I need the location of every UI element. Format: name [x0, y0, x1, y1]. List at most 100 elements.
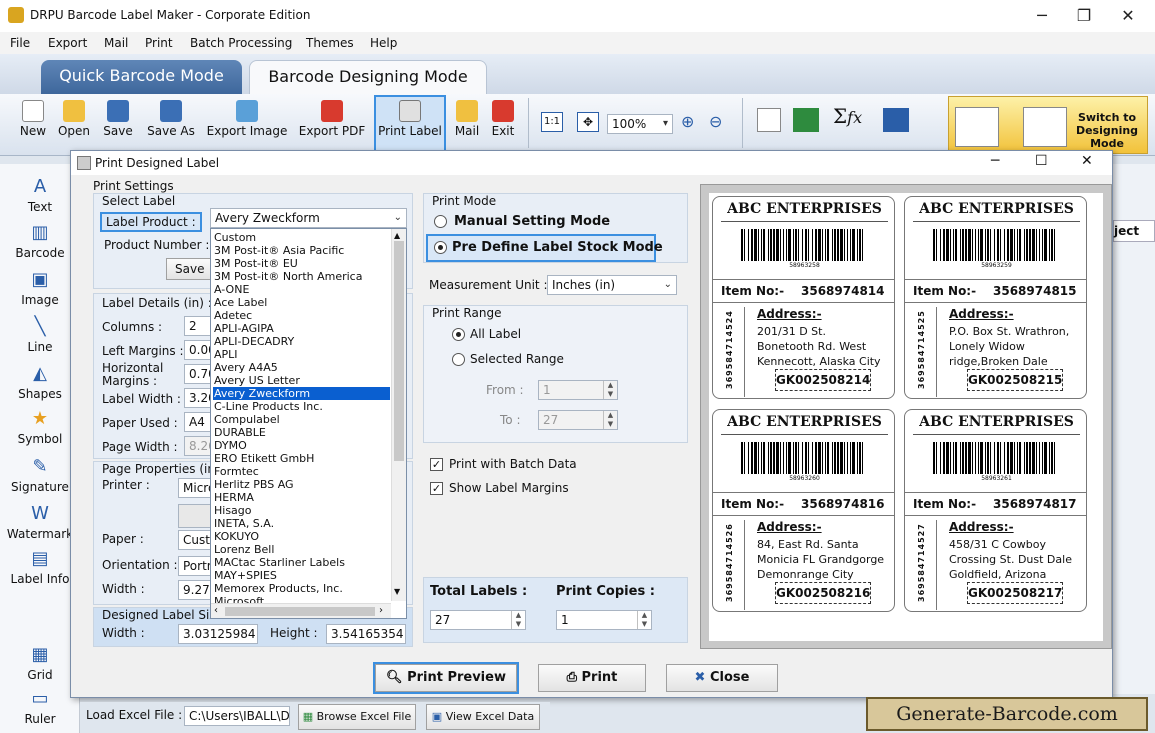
dropdown-vertical-scrollbar[interactable]: ▲ ▼	[391, 229, 406, 601]
predefine-mode-option[interactable]: Pre Define Label Stock Mode	[426, 234, 663, 262]
label-product-select[interactable]: Avery Zweckform ⌄	[210, 208, 407, 228]
total-labels-spinner[interactable]: ▲ ▼	[511, 611, 525, 629]
dropdown-option[interactable]: Avery US Letter	[213, 374, 390, 387]
tab-quick-barcode-mode[interactable]: Quick Barcode Mode	[41, 60, 242, 94]
dls-width-input[interactable]: 3.03125984	[178, 624, 258, 644]
dropdown-option[interactable]: APLI	[213, 348, 390, 361]
measurement-unit-select[interactable]: Inches (in) ⌄	[547, 275, 677, 295]
scroll-left-icon[interactable]: ‹	[214, 605, 218, 616]
dropdown-option[interactable]: KOKUYO	[213, 530, 390, 543]
print-preview-button[interactable]: 🔍︎ Print Preview	[373, 662, 519, 694]
dropdown-option[interactable]: 3M Post-it® Asia Pacific	[213, 244, 390, 257]
all-label-label[interactable]: All Label	[470, 327, 521, 341]
dropdown-option[interactable]: APLI-AGIPA	[213, 322, 390, 335]
print-batch-checkbox[interactable]: ✓	[430, 458, 443, 471]
dialog-close-button[interactable]: ✕	[1081, 153, 1093, 169]
minimize-button[interactable]: ─	[1022, 4, 1062, 28]
scroll-up-icon[interactable]: ▲	[394, 231, 400, 240]
tool-image[interactable]: ▣ Image	[0, 269, 80, 307]
predefine-mode-radio[interactable]	[434, 241, 447, 254]
save-button[interactable]: Save	[100, 100, 136, 148]
dropdown-option[interactable]: ERO Etikett GmbH	[213, 452, 390, 465]
dropdown-option[interactable]: Hisago	[213, 504, 390, 517]
excel-path-input[interactable]: C:\Users\IBALL\D	[184, 706, 290, 726]
open-button[interactable]: Open	[56, 100, 92, 148]
manual-mode-label[interactable]: Manual Setting Mode	[454, 214, 610, 229]
label-product-dropdown[interactable]: Custom 3M Post-it® Asia Pacific 3M Post-it…	[210, 228, 407, 619]
new-button[interactable]: New	[16, 100, 50, 148]
dropdown-option[interactable]: DURABLE	[213, 426, 390, 439]
dropdown-option[interactable]: APLI-DECADRY	[213, 335, 390, 348]
manual-mode-radio[interactable]	[434, 215, 447, 228]
show-margins-checkbox[interactable]: ✓	[430, 482, 443, 495]
close-button[interactable]: ✕	[1108, 4, 1148, 28]
print-batch-label[interactable]: Print with Batch Data	[449, 457, 577, 471]
tool-symbol[interactable]: ★ Symbol	[0, 408, 80, 446]
swap-arrows-icon[interactable]	[883, 108, 909, 132]
tool-line[interactable]: ╲ Line	[0, 316, 80, 354]
dropdown-option[interactable]: Lorenz Bell	[213, 543, 390, 556]
switch-to-designing-mode-button[interactable]: Switch to Designing Mode	[948, 96, 1148, 154]
mail-button[interactable]: Mail	[452, 100, 482, 148]
dls-height-input[interactable]: 3.54165354	[326, 624, 406, 644]
menu-export[interactable]: Export	[48, 36, 87, 50]
tool-label-info[interactable]: ▤ Label Info	[0, 548, 80, 586]
print-copies-spinner[interactable]: ▲ ▼	[637, 611, 651, 629]
export-pdf-button[interactable]: Export PDF	[298, 100, 366, 148]
print-label-button[interactable]: Print Label	[374, 95, 446, 153]
print-copies-input[interactable]: 1 ▲ ▼	[556, 610, 652, 630]
dropdown-option[interactable]: C-Line Products Inc.	[213, 400, 390, 413]
formula-icon[interactable]: Σfx	[833, 104, 862, 128]
menu-file[interactable]: File	[10, 36, 30, 50]
show-margins-label[interactable]: Show Label Margins	[449, 481, 569, 495]
edit-icon[interactable]	[757, 108, 781, 132]
dropdown-option[interactable]: MAY+SPIES	[213, 569, 390, 582]
menu-batch-processing[interactable]: Batch Processing	[190, 36, 292, 50]
dropdown-option[interactable]: 3M Post-it® EU	[213, 257, 390, 270]
zoom-out-icon[interactable]: ⊖	[709, 112, 722, 131]
fit-to-window-icon[interactable]: ✥	[577, 112, 599, 132]
dialog-maximize-button[interactable]: ☐	[1035, 153, 1048, 169]
dropdown-option[interactable]: INETA, S.A.	[213, 517, 390, 530]
scroll-thumb[interactable]	[394, 241, 404, 461]
dropdown-option[interactable]: Avery A4A5	[213, 361, 390, 374]
excel-icon[interactable]	[793, 108, 819, 132]
save-label-button[interactable]: Save	[166, 258, 216, 280]
dropdown-option[interactable]: Custom	[213, 231, 390, 244]
all-label-radio[interactable]	[452, 328, 465, 341]
save-as-button[interactable]: Save As	[144, 100, 198, 148]
dialog-minimize-button[interactable]: ─	[991, 153, 999, 169]
menu-mail[interactable]: Mail	[104, 36, 128, 50]
dropdown-option[interactable]: Compulabel	[213, 413, 390, 426]
tool-signature[interactable]: ✎ Signature	[0, 456, 80, 494]
view-excel-button[interactable]: ▣ View Excel Data	[426, 704, 540, 730]
dialog-close-btn[interactable]: ✖ Close	[666, 664, 778, 692]
dropdown-option[interactable]: MACtac Starliner Labels	[213, 556, 390, 569]
zoom-in-icon[interactable]: ⊕	[681, 112, 694, 131]
dropdown-option[interactable]: Memorex Products, Inc.	[213, 582, 390, 595]
dropdown-option[interactable]: HERMA	[213, 491, 390, 504]
tab-barcode-designing-mode[interactable]: Barcode Designing Mode	[249, 60, 487, 94]
dropdown-option[interactable]: Avery Zweckform	[213, 387, 390, 400]
dropdown-option[interactable]: DYMO	[213, 439, 390, 452]
dropdown-option[interactable]: Adetec	[213, 309, 390, 322]
selected-range-label[interactable]: Selected Range	[470, 352, 564, 366]
print-button[interactable]: ⎙ Print	[538, 664, 646, 692]
zoom-select[interactable]: 100% ▾	[607, 114, 673, 134]
scroll-right-icon[interactable]: ›	[379, 605, 383, 616]
scroll-down-icon[interactable]: ▼	[394, 587, 400, 596]
tool-watermark[interactable]: W Watermark	[0, 503, 80, 541]
browse-excel-button[interactable]: ▦ Browse Excel File	[298, 704, 416, 730]
maximize-button[interactable]: ❐	[1064, 4, 1104, 28]
dropdown-horizontal-scrollbar[interactable]: ‹ ›	[211, 603, 391, 618]
hscroll-thumb[interactable]	[225, 607, 375, 616]
total-labels-input[interactable]: 27 ▲ ▼	[430, 610, 526, 630]
actual-size-button[interactable]: 1:1	[541, 112, 563, 132]
tool-shapes[interactable]: ◭ Shapes	[0, 363, 80, 401]
tool-grid[interactable]: ▦ Grid	[0, 644, 80, 682]
selected-range-radio[interactable]	[452, 353, 465, 366]
menu-print[interactable]: Print	[145, 36, 173, 50]
tool-barcode[interactable]: ▥ Barcode	[0, 222, 80, 260]
dropdown-option[interactable]: Formtec	[213, 465, 390, 478]
tool-ruler[interactable]: ▭ Ruler	[0, 688, 80, 726]
